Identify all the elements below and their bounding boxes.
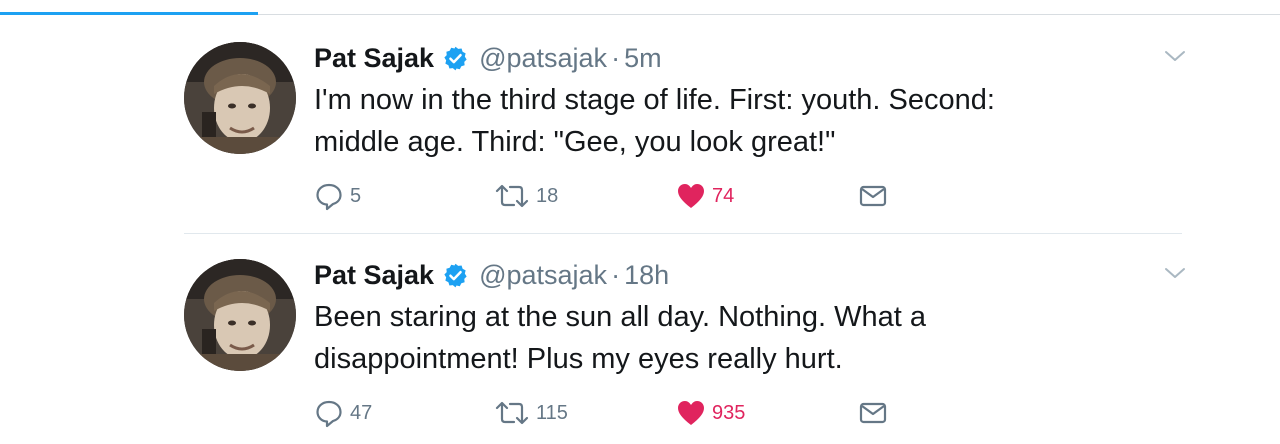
timestamp[interactable]: 5m — [624, 43, 662, 74]
retweet-button[interactable]: 18 — [494, 180, 558, 212]
chevron-down-icon[interactable] — [1163, 48, 1187, 64]
reply-button[interactable]: 47 — [314, 397, 372, 429]
verified-badge-icon — [442, 45, 469, 72]
tweet-divider — [184, 233, 1182, 234]
like-count: 935 — [712, 401, 746, 424]
tweet-actions: 47 115 935 — [314, 397, 914, 429]
tweet[interactable]: Pat Sajak @patsajak · 18h Been staring a… — [0, 247, 1280, 444]
separator-dot: · — [611, 42, 621, 73]
tweet[interactable]: Pat Sajak @patsajak · 5m I'm now in the … — [0, 30, 1280, 230]
retweet-count: 115 — [536, 401, 568, 424]
verified-badge-icon — [442, 262, 469, 289]
avatar[interactable] — [184, 42, 296, 154]
tweet-text: Been staring at the sun all day. Nothing… — [314, 301, 927, 375]
retweet-count: 18 — [536, 184, 559, 207]
like-button[interactable]: 74 — [676, 180, 734, 212]
active-tab-indicator — [0, 12, 258, 15]
timestamp[interactable]: 18h — [624, 260, 669, 291]
reply-icon — [316, 400, 342, 428]
reply-count: 5 — [350, 184, 362, 207]
heart-icon — [678, 184, 704, 208]
avatar[interactable] — [184, 259, 296, 371]
user-handle[interactable]: @patsajak — [479, 260, 607, 291]
retweet-icon — [495, 401, 529, 425]
retweet-icon — [495, 184, 529, 208]
tweet-header: Pat Sajak @patsajak · 5m — [314, 38, 662, 78]
chevron-down-icon[interactable] — [1163, 265, 1187, 281]
tweet-actions: 5 18 74 — [314, 180, 914, 212]
envelope-icon — [859, 185, 887, 207]
heart-icon — [678, 401, 704, 425]
display-name[interactable]: Pat Sajak — [314, 43, 434, 74]
direct-message-button[interactable] — [859, 397, 887, 429]
avatar-photo — [184, 42, 296, 154]
separator-dot: · — [611, 259, 621, 290]
display-name[interactable]: Pat Sajak — [314, 260, 434, 291]
like-button[interactable]: 935 — [676, 397, 745, 429]
tweet-header: Pat Sajak @patsajak · 18h — [314, 255, 669, 295]
tweet-text: I'm now in the third stage of life. Firs… — [314, 84, 995, 158]
avatar-photo — [184, 259, 296, 371]
like-count: 74 — [712, 184, 735, 207]
reply-icon — [316, 183, 342, 211]
reply-button[interactable]: 5 — [314, 180, 361, 212]
retweet-button[interactable]: 115 — [494, 397, 568, 429]
reply-count: 47 — [350, 401, 373, 424]
user-handle[interactable]: @patsajak — [479, 43, 607, 74]
envelope-icon — [859, 402, 887, 424]
direct-message-button[interactable] — [859, 180, 887, 212]
